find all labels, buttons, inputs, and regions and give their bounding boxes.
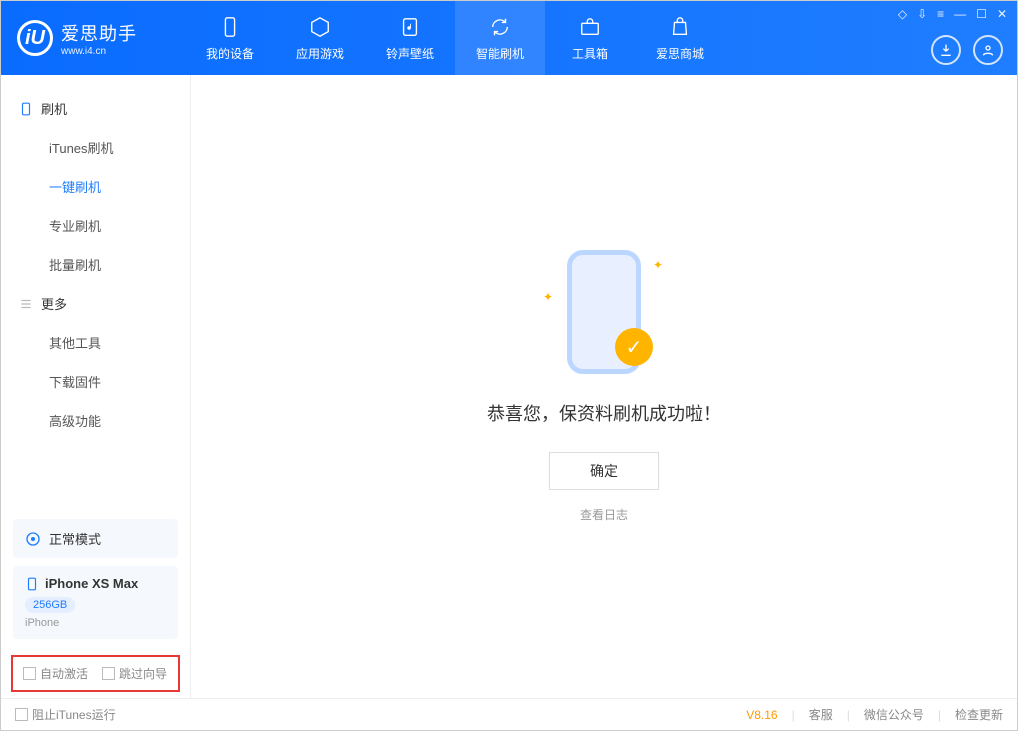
app-logo: iU 爱思助手 www.i4.cn [1,20,185,57]
version-label: V8.16 [746,708,777,722]
toolbox-icon [578,15,602,39]
sidebar: 刷机 iTunes刷机 一键刷机 专业刷机 批量刷机 更多 其他工具 下载固件 … [1,75,191,698]
main-content: ✦ ✦ ✓ 恭喜您，保资料刷机成功啦！ 确定 查看日志 [191,75,1017,698]
close-icon[interactable]: ✕ [997,7,1007,21]
header-right-buttons [931,35,1003,65]
shirt-icon[interactable]: ◇ [898,7,907,21]
success-illustration: ✦ ✦ ✓ [549,250,659,380]
sidebar-item-download-firmware[interactable]: 下载固件 [1,362,190,401]
view-log-link[interactable]: 查看日志 [580,506,628,523]
app-name-en: www.i4.cn [61,46,137,57]
menu-icon[interactable]: ≡ [937,7,944,21]
main-nav: 我的设备 应用游戏 铃声壁纸 智能刷机 工具箱 爱思商城 [185,1,725,75]
phone-icon [19,102,33,116]
music-file-icon [398,15,422,39]
checkbox-skip-guide[interactable]: 跳过向导 [102,665,167,682]
device-name: iPhone XS Max [45,576,138,591]
success-message: 恭喜您，保资料刷机成功啦！ [487,400,721,426]
list-icon [19,297,33,311]
minimize-icon[interactable]: — [954,7,966,21]
device-phone-icon [25,577,39,591]
user-button[interactable] [973,35,1003,65]
logo-icon: iU [17,20,53,56]
device-icon [218,15,242,39]
sidebar-item-itunes-flash[interactable]: iTunes刷机 [1,128,190,167]
sidebar-item-advanced[interactable]: 高级功能 [1,401,190,440]
checkbox-icon [15,708,28,721]
sparkle-icon: ✦ [543,290,553,304]
options-highlight: 自动激活 跳过向导 [11,655,180,692]
footer-link-update[interactable]: 检查更新 [955,706,1003,723]
checkbox-block-itunes[interactable]: 阻止iTunes运行 [15,706,116,723]
lock-icon[interactable]: ⇩ [917,7,927,21]
nav-toolbox[interactable]: 工具箱 [545,1,635,75]
footer-link-wechat[interactable]: 微信公众号 [864,706,924,723]
title-bar: iU 爱思助手 www.i4.cn 我的设备 应用游戏 铃声壁纸 智能刷机 工具… [1,1,1017,75]
sidebar-item-pro-flash[interactable]: 专业刷机 [1,206,190,245]
status-bar: 阻止iTunes运行 V8.16 | 客服 | 微信公众号 | 检查更新 [1,698,1017,730]
device-info[interactable]: iPhone XS Max 256GB iPhone [13,566,178,639]
device-type: iPhone [25,617,166,629]
sidebar-item-batch-flash[interactable]: 批量刷机 [1,245,190,284]
nav-apps-games[interactable]: 应用游戏 [275,1,365,75]
checkbox-icon [102,667,115,680]
nav-ringtone-wallpaper[interactable]: 铃声壁纸 [365,1,455,75]
nav-store[interactable]: 爱思商城 [635,1,725,75]
cube-icon [308,15,332,39]
ok-button[interactable]: 确定 [549,452,659,490]
bag-icon [668,15,692,39]
download-button[interactable] [931,35,961,65]
maximize-icon[interactable]: ☐ [976,7,987,21]
footer-link-support[interactable]: 客服 [809,706,833,723]
nav-smart-flash[interactable]: 智能刷机 [455,1,545,75]
sidebar-item-oneclick-flash[interactable]: 一键刷机 [1,167,190,206]
storage-badge: 256GB [25,597,75,613]
mode-indicator[interactable]: 正常模式 [13,519,178,558]
sidebar-section-flash: 刷机 [1,89,190,128]
mode-icon [25,531,41,547]
app-name-cn: 爱思助手 [61,20,137,46]
checkbox-auto-activate[interactable]: 自动激活 [23,665,88,682]
window-controls-top: ◇ ⇩ ≡ — ☐ ✕ [898,7,1007,21]
checkbox-icon [23,667,36,680]
sidebar-item-other-tools[interactable]: 其他工具 [1,323,190,362]
sidebar-section-more: 更多 [1,284,190,323]
sparkle-icon: ✦ [653,258,663,272]
check-circle-icon: ✓ [615,328,653,366]
nav-my-device[interactable]: 我的设备 [185,1,275,75]
sync-icon [488,15,512,39]
